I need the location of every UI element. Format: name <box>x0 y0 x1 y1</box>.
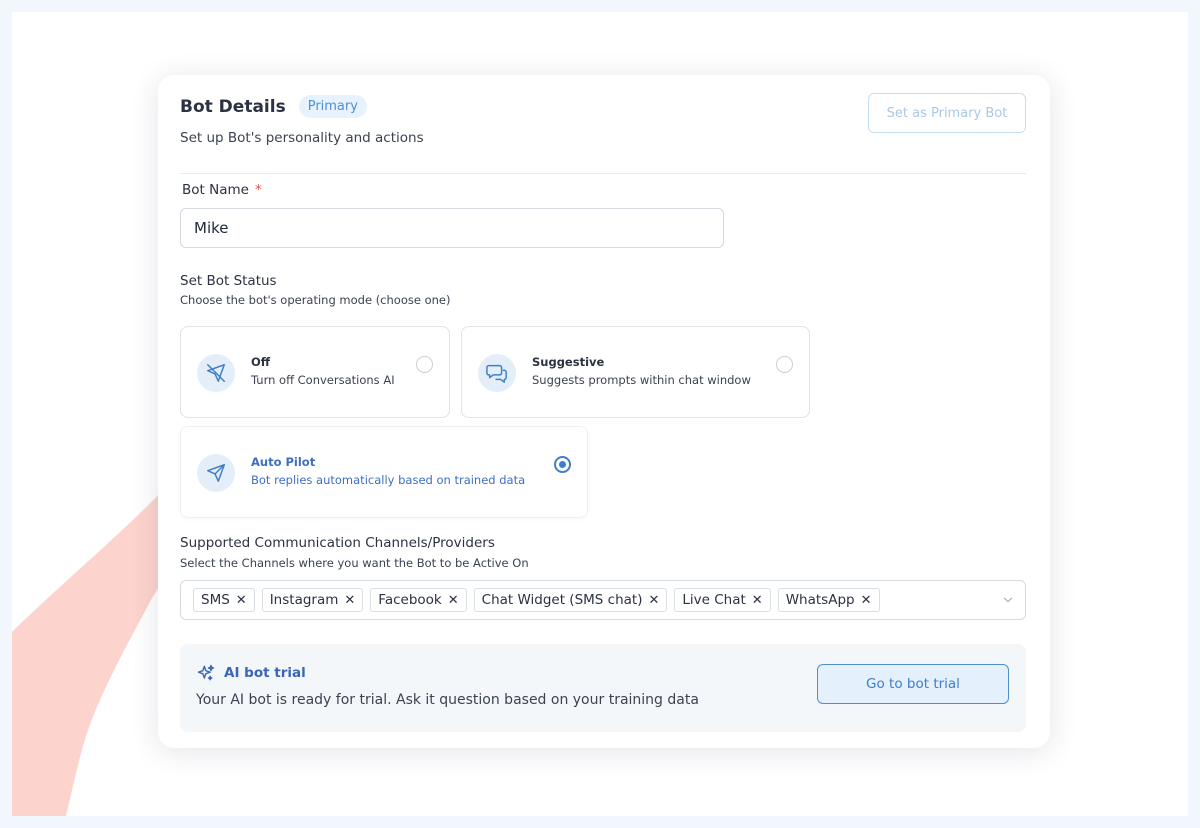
channels-help: Select the Channels where you want the B… <box>180 556 529 570</box>
channel-chip-chat-widget: Chat Widget (SMS chat) ✕ <box>473 588 668 612</box>
remove-chip-icon[interactable]: ✕ <box>752 593 763 608</box>
channel-chip-sms: SMS ✕ <box>193 588 255 612</box>
trial-description: Your AI bot is ready for trial. Ask it q… <box>196 692 699 708</box>
channel-chip-facebook: Facebook ✕ <box>370 588 467 612</box>
remove-chip-icon[interactable]: ✕ <box>861 593 872 608</box>
status-radio-auto-pilot[interactable] <box>554 456 571 473</box>
status-option-off[interactable]: Off Turn off Conversations AI <box>180 326 450 418</box>
status-radio-off[interactable] <box>416 356 433 373</box>
bot-status-help: Choose the bot's operating mode (choose … <box>180 293 451 307</box>
chip-label: SMS <box>201 592 230 608</box>
trial-title-row: AI bot trial <box>196 663 306 683</box>
remove-chip-icon[interactable]: ✕ <box>344 593 355 608</box>
page-subtitle: Set up Bot's personality and actions <box>180 130 424 146</box>
status-option-auto-pilot[interactable]: Auto Pilot Bot replies automatically bas… <box>180 426 588 518</box>
chip-label: WhatsApp <box>785 592 855 608</box>
remove-chip-icon[interactable]: ✕ <box>236 593 247 608</box>
chip-label: Instagram <box>269 592 339 608</box>
send-off-icon <box>197 354 235 392</box>
remove-chip-icon[interactable]: ✕ <box>648 593 659 608</box>
channel-chip-whatsapp: WhatsApp ✕ <box>777 588 880 612</box>
status-option-suggestive[interactable]: Suggestive Suggests prompts within chat … <box>461 326 810 418</box>
option-desc: Suggests prompts within chat window <box>532 373 751 387</box>
bot-name-label-text: Bot Name <box>182 182 249 198</box>
chip-label: Live Chat <box>682 592 746 608</box>
option-title: Auto Pilot <box>251 455 316 469</box>
bot-status-label: Set Bot Status <box>180 273 277 289</box>
channel-chip-instagram: Instagram ✕ <box>261 588 364 612</box>
send-icon <box>197 454 235 492</box>
ai-bot-trial-panel: AI bot trial Your AI bot is ready for tr… <box>180 644 1026 732</box>
bot-name-label: Bot Name * <box>182 182 262 198</box>
chevron-down-icon[interactable] <box>1001 593 1015 607</box>
divider <box>180 173 1026 174</box>
chip-label: Chat Widget (SMS chat) <box>481 592 643 608</box>
bot-details-card: Bot Details Primary Set up Bot's persona… <box>158 75 1050 748</box>
option-title: Off <box>251 355 271 369</box>
required-mark: * <box>254 182 262 198</box>
chip-label: Facebook <box>378 592 442 608</box>
page-title: Bot Details <box>180 96 286 117</box>
go-to-bot-trial-button[interactable]: Go to bot trial <box>817 664 1009 704</box>
primary-badge: Primary <box>298 95 367 118</box>
trial-title: AI bot trial <box>224 665 306 681</box>
remove-chip-icon[interactable]: ✕ <box>448 593 459 608</box>
option-desc: Turn off Conversations AI <box>251 373 395 387</box>
option-desc: Bot replies automatically based on train… <box>251 473 526 487</box>
sparkles-icon <box>197 664 215 681</box>
title-row: Bot Details Primary <box>180 95 367 118</box>
channels-multiselect[interactable]: SMS ✕ Instagram ✕ Facebook ✕ Chat Widget (S… <box>180 580 1026 620</box>
bot-name-input[interactable] <box>180 208 724 248</box>
channels-label: Supported Communication Channels/Provide… <box>180 535 495 551</box>
option-title: Suggestive <box>532 355 605 369</box>
status-radio-suggestive[interactable] <box>776 356 793 373</box>
channel-chip-live-chat: Live Chat ✕ <box>674 588 771 612</box>
chat-bubbles-icon <box>478 354 516 392</box>
set-primary-bot-button[interactable]: Set as Primary Bot <box>868 93 1026 133</box>
